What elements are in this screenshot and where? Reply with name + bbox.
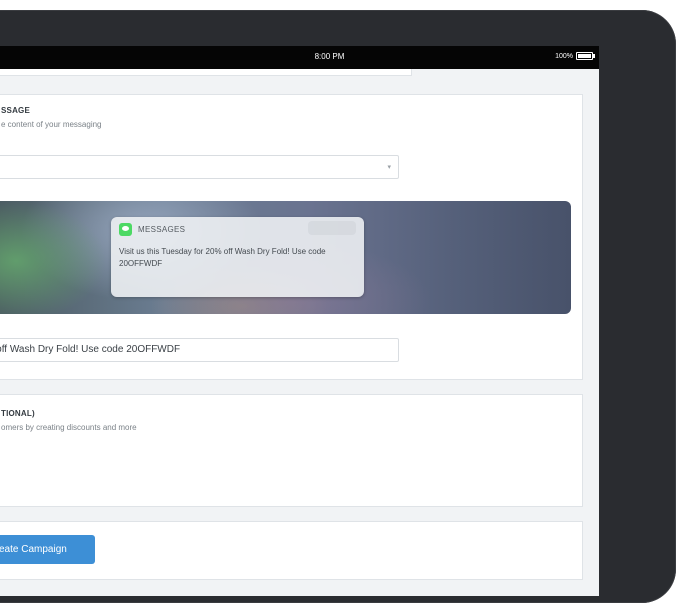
submit-card: eate Campaign bbox=[0, 521, 583, 580]
discount-section-title: TIONAL) bbox=[1, 409, 35, 418]
previous-card-edge bbox=[0, 69, 412, 76]
message-text-value: day for 20% off Wash Dry Fold! Use code … bbox=[0, 344, 181, 355]
discount-card: TIONAL) omers by creating discounts and … bbox=[0, 394, 583, 507]
status-bar: 8:00 PM 100% bbox=[0, 46, 599, 69]
create-campaign-label: eate Campaign bbox=[0, 544, 67, 555]
notification-card: MESSAGES Visit us this Tuesday for 20% o… bbox=[111, 217, 364, 297]
discount-section-subtitle: omers by creating discounts and more bbox=[1, 423, 137, 432]
messages-app-icon bbox=[119, 223, 132, 236]
notification-header: MESSAGES bbox=[119, 223, 185, 236]
message-card: SSAGE e content of your messaging ▾ MESS… bbox=[0, 94, 583, 380]
message-type-select[interactable]: ▾ bbox=[0, 155, 399, 179]
status-time: 8:00 PM bbox=[314, 52, 345, 61]
create-campaign-button[interactable]: eate Campaign bbox=[0, 535, 95, 564]
notification-preview-banner: MESSAGES Visit us this Tuesday for 20% o… bbox=[0, 201, 571, 314]
message-section-subtitle: e content of your messaging bbox=[1, 120, 102, 129]
notification-body: Visit us this Tuesday for 20% off Wash D… bbox=[119, 247, 326, 268]
tablet-frame: 8:00 PM 100% SSAGE e content of your mes… bbox=[0, 10, 676, 603]
notification-time-pill bbox=[308, 221, 356, 235]
battery-icon bbox=[576, 52, 595, 60]
tablet-screen: 8:00 PM 100% SSAGE e content of your mes… bbox=[0, 46, 599, 596]
notification-app-name: MESSAGES bbox=[138, 225, 186, 234]
page: 8:00 PM 100% SSAGE e content of your mes… bbox=[0, 0, 676, 605]
chevron-down-icon: ▾ bbox=[387, 164, 391, 171]
message-text-input[interactable]: day for 20% off Wash Dry Fold! Use code … bbox=[0, 338, 399, 362]
battery-indicator: 100% bbox=[555, 52, 595, 60]
battery-percent: 100% bbox=[555, 52, 573, 60]
message-section-title: SSAGE bbox=[1, 106, 31, 115]
